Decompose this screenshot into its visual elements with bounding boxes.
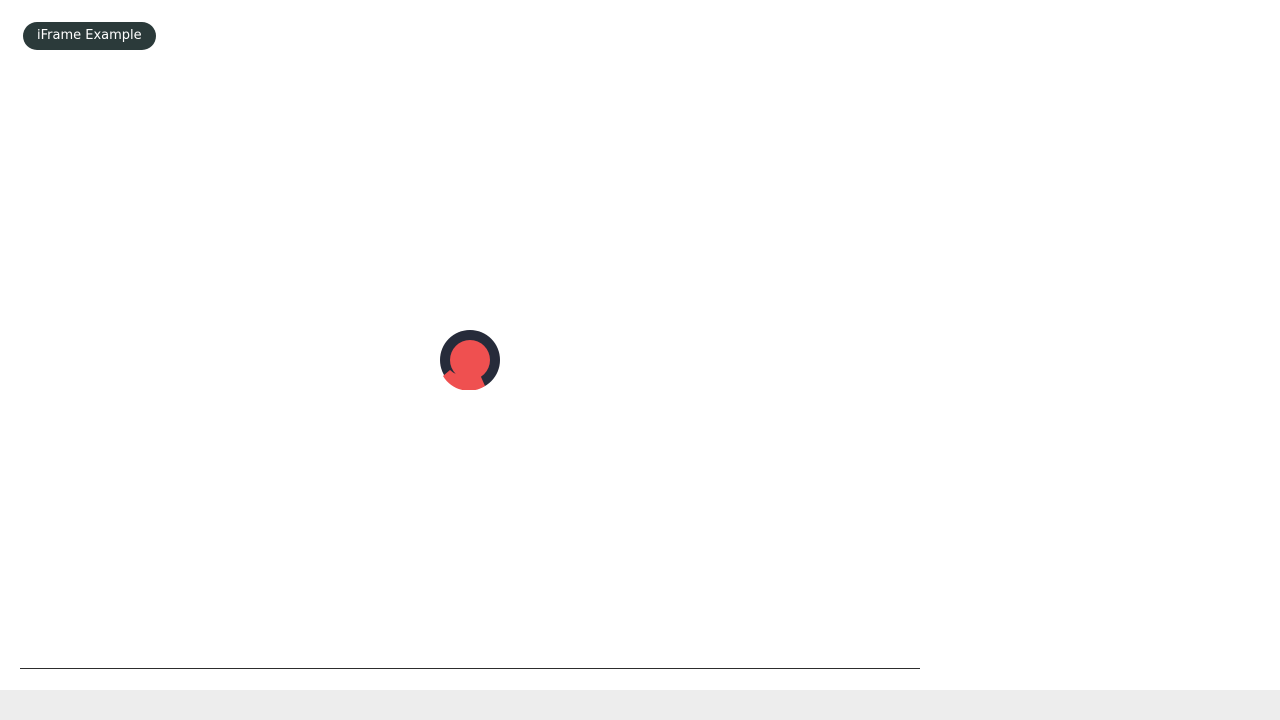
iframe-content-area[interactable]	[20, 60, 920, 669]
footer-bar	[0, 690, 1280, 720]
loading-spinner-graphic	[440, 330, 500, 391]
spinner-core	[450, 340, 490, 380]
iframe-example-badge[interactable]: iFrame Example	[23, 22, 156, 50]
loading-spinner-icon	[440, 330, 500, 391]
page: iFrame Example	[0, 0, 1280, 720]
